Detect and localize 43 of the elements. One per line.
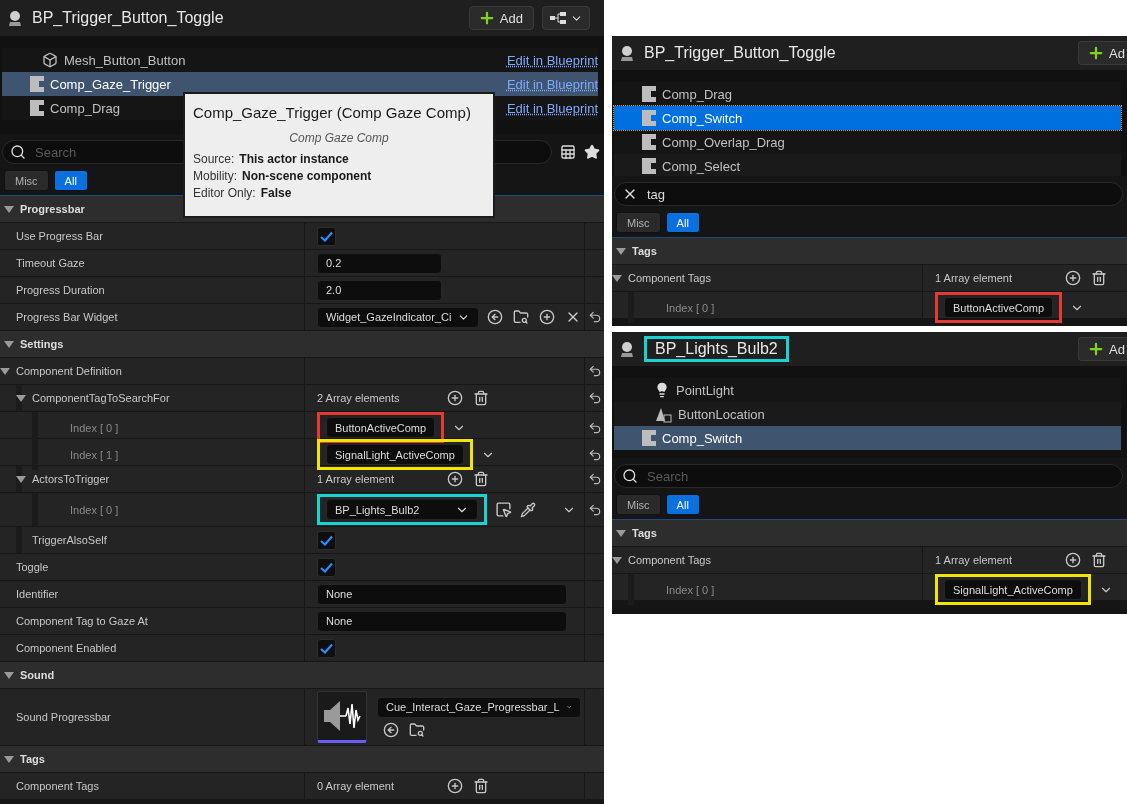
property-label: ComponentTagToSearchFor: [32, 392, 170, 404]
window-title: BP_Lights_Bulb2: [655, 340, 778, 358]
array-count: 1 Array element: [317, 473, 396, 485]
property-label: Index [ 0 ]: [70, 421, 119, 434]
category-title: Progressbar: [20, 203, 85, 215]
property-label: Component Tag to Gaze At: [16, 615, 148, 627]
category-title: Tags: [20, 753, 45, 765]
property-label: Index [ 1 ]: [70, 448, 119, 461]
tooltip-value: False: [260, 186, 292, 200]
tooltip-title: Comp_Gaze_Trigger (Comp Gaze Comp): [193, 104, 471, 122]
property-label: Component Definition: [16, 365, 122, 377]
property-label: Component Enabled: [16, 642, 117, 654]
property-label: Timeout Gaze: [16, 257, 85, 269]
tooltip-label: Source:: [193, 152, 235, 166]
property-label: Progress Duration: [16, 284, 105, 296]
property-label: Toggle: [16, 561, 49, 573]
property-label: Index [ 0 ]: [70, 503, 119, 516]
array-count: 1 Array element: [935, 554, 1014, 566]
property-label: Component Tags: [628, 272, 711, 284]
property-label: Progress Bar Widget: [16, 311, 118, 323]
array-count: 1 Array element: [935, 272, 1014, 284]
category-title: Sound: [20, 669, 55, 681]
property-label: Identifier: [16, 588, 59, 600]
property-label: Index [ 0 ]: [666, 301, 715, 314]
category-title: Settings: [20, 338, 64, 350]
category-title: Tags: [632, 527, 657, 539]
property-label: ActorsToTrigger: [32, 473, 110, 485]
property-label: Component Tags: [16, 780, 99, 792]
property-label: Use Progress Bar: [16, 230, 103, 242]
tooltip-label: Editor Only:: [193, 186, 256, 200]
array-count: 2 Array elements: [317, 392, 401, 404]
window-title: BP_Trigger_Button_Toggle: [32, 9, 224, 27]
window-title: BP_Trigger_Button_Toggle: [644, 44, 836, 62]
tooltip-label: Mobility:: [193, 169, 237, 183]
property-label: TriggerAlsoSelf: [32, 534, 107, 546]
array-count: 0 Array element: [317, 780, 396, 792]
category-title: Tags: [632, 245, 657, 257]
tooltip-value: Non-scene component: [242, 169, 372, 183]
property-label: Component Tags: [628, 554, 711, 566]
property-label: Sound Progressbar: [16, 711, 111, 723]
tooltip-subtitle: Comp Gaze Comp: [289, 131, 389, 145]
tooltip-value: This actor instance: [239, 152, 349, 166]
property-label: Index [ 0 ]: [666, 583, 715, 596]
